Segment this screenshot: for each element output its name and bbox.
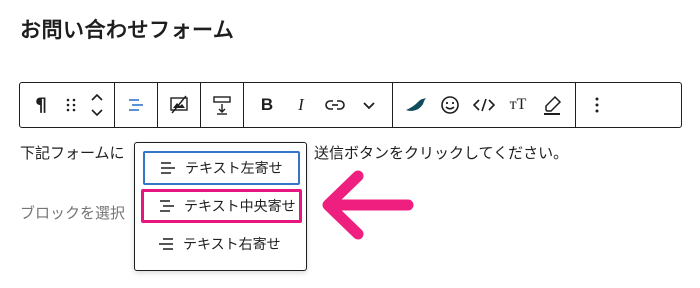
vertical-spacing-icon [213,96,231,115]
chevron-down-icon [363,102,375,110]
italic-button[interactable]: I [284,83,318,127]
code-button[interactable] [467,83,501,127]
plugin-bird-button[interactable] [399,83,433,127]
block-movers [84,83,110,127]
align-center-icon [158,198,176,214]
move-down-icon[interactable] [90,107,104,117]
smile-icon [441,96,459,114]
highlighter-icon [544,95,562,115]
paragraph-text[interactable]: 下記フォームに [20,142,125,163]
more-format-button[interactable] [352,83,386,127]
block-group: ¶ [20,83,115,127]
plugin-group: тT [393,83,576,127]
drag-handle-icon [66,98,76,112]
spacing-button[interactable] [205,83,239,127]
menu-item-align-center[interactable]: テキスト中央寄せ [141,189,302,223]
align-right-icon [157,236,175,252]
paragraph-block-button[interactable]: ¶ [24,83,58,127]
code-icon [473,98,495,112]
italic-icon: I [298,95,304,114]
align-dropdown-menu: テキスト左寄せ テキスト中央寄せ テキスト右寄せ [134,142,307,271]
link-icon [325,100,345,110]
menu-item-label: テキスト右寄せ [183,237,281,253]
format-group: B I [244,83,393,127]
menu-item-align-right[interactable]: テキスト右寄せ [143,227,300,261]
paragraph-text-continued[interactable]: 送信ボタンをクリックしてください。 [314,142,568,163]
options-button[interactable] [580,83,614,127]
menu-item-label: テキスト中央寄せ [184,199,296,215]
align-group [115,83,158,127]
link-button[interactable] [318,83,352,127]
menu-item-align-left[interactable]: テキスト左寄せ [143,151,300,185]
align-left-icon [159,160,177,176]
image-strike-icon [170,95,188,114]
paragraph-icon: ¶ [34,94,48,116]
more-vertical-icon [595,97,599,113]
text-size-icon: тT [509,96,527,113]
menu-item-label: テキスト左寄せ [185,161,283,177]
page-title: お問い合わせフォーム [20,18,235,42]
align-button[interactable] [119,83,153,127]
highlight-button[interactable] [535,83,569,127]
image-group [158,83,201,127]
align-center-icon [129,99,143,111]
move-up-icon[interactable] [90,93,104,103]
pointer-arrow-icon [322,170,414,240]
options-group [576,83,618,127]
bird-icon [406,98,426,111]
emoji-button[interactable] [433,83,467,127]
text-size-button[interactable]: тT [501,83,535,127]
bold-button[interactable]: B [250,83,284,127]
block-toolbar: ¶ B I тT [19,82,682,128]
inline-image-button[interactable] [162,83,196,127]
block-placeholder[interactable]: ブロックを選択 [20,202,125,223]
bold-icon: B [260,95,274,114]
spacing-group [201,83,244,127]
drag-handle[interactable] [58,83,84,127]
